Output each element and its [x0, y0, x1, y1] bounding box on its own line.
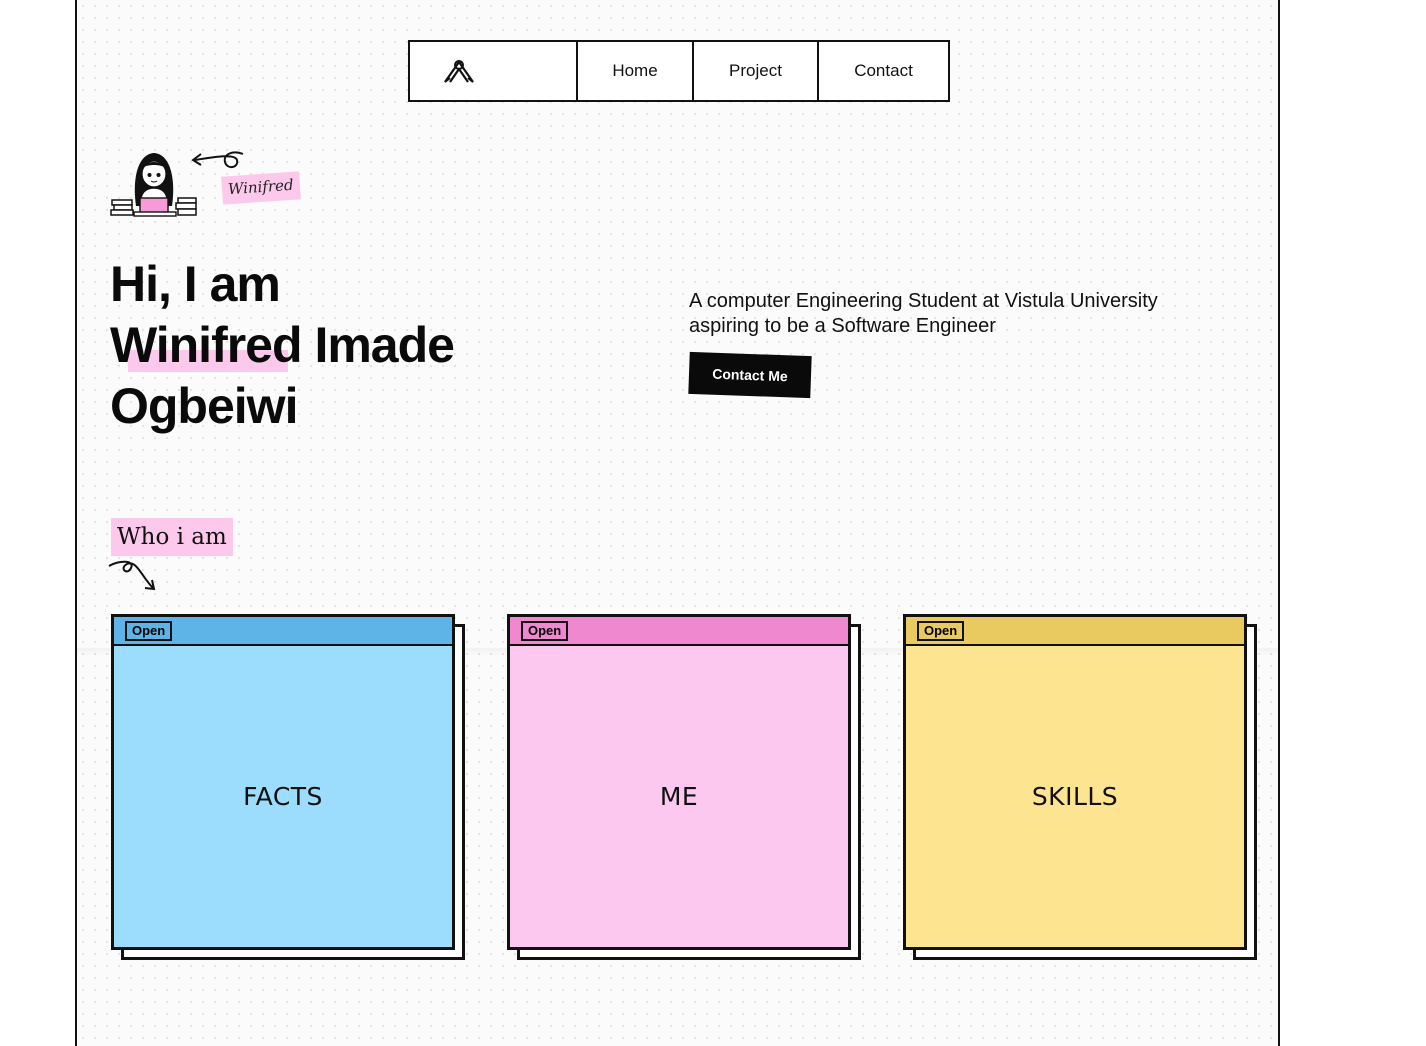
hero-greeting: Hi, I am	[110, 256, 281, 312]
girl-at-laptop-avatar-icon	[110, 153, 197, 217]
card-title: FACTS	[243, 782, 323, 811]
hero-name-line: Winifred Imade	[110, 315, 455, 376]
hero-last-name: Ogbeiwi	[110, 378, 298, 434]
card-title: SKILLS	[1031, 782, 1119, 811]
who-i-am-label: Who i am	[111, 518, 233, 556]
me-card[interactable]: Open ME	[507, 614, 861, 964]
facts-card-window[interactable]: Open FACTS	[111, 614, 455, 950]
nav-home-link[interactable]: Home	[578, 42, 694, 100]
highlighted-first-name: Winifred	[110, 315, 303, 376]
card-title-bar: Open	[114, 617, 452, 646]
nav-project-link[interactable]: Project	[694, 42, 819, 100]
name-sticker: Winifred	[221, 171, 301, 205]
skills-card-window[interactable]: Open SKILLS	[903, 614, 1247, 950]
top-navigation: Home Project Contact	[408, 40, 950, 102]
nav-contact-link[interactable]: Contact	[819, 42, 948, 100]
open-button[interactable]: Open	[917, 620, 965, 641]
open-button[interactable]: Open	[521, 620, 569, 641]
card-title-bar: Open	[510, 617, 848, 646]
curly-arrow-icon	[191, 151, 244, 168]
stacked-chevron-logo-icon	[444, 60, 474, 83]
hero-middle-name: Imade	[301, 317, 455, 373]
skills-card[interactable]: Open SKILLS	[903, 614, 1257, 964]
hero-description: A computer Engineering Student at Vistul…	[689, 290, 1158, 337]
facts-card[interactable]: Open FACTS	[111, 614, 465, 964]
contact-me-button[interactable]: Contact Me	[688, 351, 812, 399]
hero-title: Hi, I am Winifred Imade Ogbeiwi	[110, 254, 455, 437]
open-button[interactable]: Open	[125, 620, 173, 641]
page-canvas: Home Project Contact Winifred Hi, I am W…	[75, 0, 1280, 1046]
me-card-window[interactable]: Open ME	[507, 614, 851, 950]
card-title: ME	[659, 782, 699, 811]
logo-cell[interactable]	[410, 42, 578, 100]
loop-arrow-icon	[108, 560, 156, 591]
card-title-bar: Open	[906, 617, 1244, 646]
